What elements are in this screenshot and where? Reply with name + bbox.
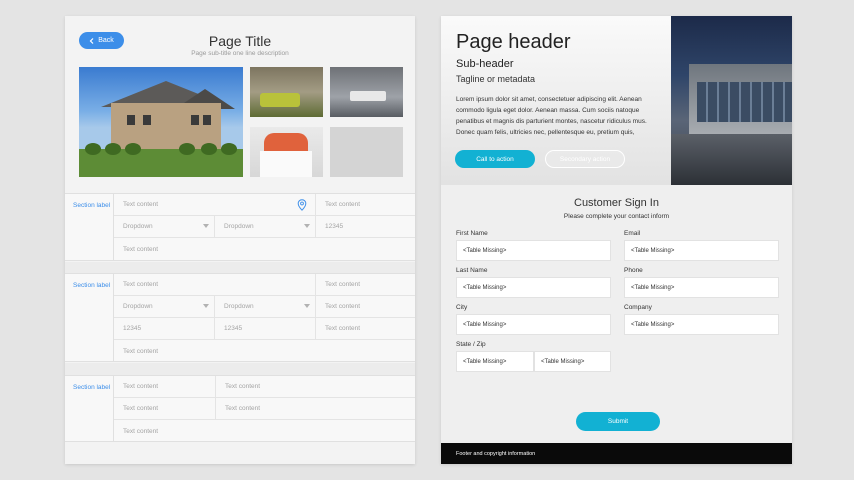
phone-field[interactable]: <Table Missing> [624,277,779,298]
mobile-form-screen: Back Page Title Page sub-title one line … [65,16,415,464]
company-field[interactable]: <Table Missing> [624,314,779,335]
state-zip-label: State / Zip [456,341,486,348]
section-label: Section label [73,282,111,289]
text-field[interactable]: Text content [114,420,415,442]
first-name-label: First Name [456,230,488,237]
zip-field[interactable]: <Table Missing> [534,351,611,372]
text-field[interactable]: Text content [114,398,215,420]
text-field[interactable]: Text content [315,194,415,216]
dropdown[interactable]: Dropdown [214,296,315,318]
email-field[interactable]: <Table Missing> [624,240,779,261]
last-name-label: Last Name [456,267,488,274]
text-field[interactable]: Text content [315,318,415,340]
text-field[interactable]: Text content [315,296,415,318]
page-subtitle: Page sub-title one line description [191,50,289,57]
hero-banner: Page header Sub-header Tagline or metada… [441,16,792,185]
email-label: Email [624,230,641,237]
caret-down-icon [203,304,209,308]
house-exterior-photo [79,67,243,177]
text-field[interactable]: Text content [315,274,415,296]
text-field[interactable]: Text content [114,340,415,362]
form-section-3: Section label Text content Text content … [65,375,415,442]
company-label: Company [624,304,652,311]
last-name-field[interactable]: <Table Missing> [456,277,611,298]
section-label: Section label [73,384,111,391]
state-field[interactable]: <Table Missing> [456,351,534,372]
dropdown[interactable]: Dropdown [114,216,214,238]
text-field[interactable]: Text content [114,194,315,216]
living-room-photo [250,67,323,117]
phone-label: Phone [624,267,643,274]
submit-button[interactable]: Submit [576,412,660,431]
dropdown[interactable]: Dropdown [114,296,214,318]
dropdown[interactable]: Dropdown [214,216,315,238]
tagline: Tagline or metadata [456,74,536,84]
text-field[interactable]: Text content [215,376,415,398]
call-to-action-button[interactable]: Call to action [455,150,535,168]
landing-page-screen: Page header Sub-header Tagline or metada… [441,16,792,464]
text-field[interactable]: Text content [215,398,415,420]
sub-header: Sub-header [456,58,514,70]
footer: Footer and copyright information [441,443,792,464]
caret-down-icon [304,304,310,308]
city-field[interactable]: <Table Missing> [456,314,611,335]
form-section-2: Section label Text content Text content … [65,273,415,362]
secondary-action-button[interactable]: Secondary action [545,150,625,168]
building-photo [671,16,792,185]
map-pin-icon[interactable] [297,199,307,211]
page-header: Page header [456,31,571,53]
number-field[interactable]: 12345 [315,216,415,238]
first-name-field[interactable]: <Table Missing> [456,240,611,261]
bedroom-photo [250,127,323,177]
image-placeholder [330,127,403,177]
signin-subtitle: Please complete your contact inform [563,213,670,220]
city-label: City [456,304,468,311]
bathroom-photo [330,67,403,117]
page-title: Page Title [208,33,272,49]
text-field[interactable]: Text content [114,238,415,260]
section-label: Section label [73,202,111,209]
caret-down-icon [304,224,310,228]
text-field[interactable]: Text content [114,274,315,296]
caret-down-icon [203,224,209,228]
footer-text: Footer and copyright information [456,450,536,457]
number-field[interactable]: 12345 [214,318,315,340]
form-section-1: Section label Text content Text content … [65,193,415,261]
hero-body-text: Lorem ipsum dolor sit amet, consectetuer… [456,96,647,136]
signin-title: Customer Sign In [574,197,659,209]
text-field[interactable]: Text content [114,376,215,398]
number-field[interactable]: 12345 [114,318,214,340]
